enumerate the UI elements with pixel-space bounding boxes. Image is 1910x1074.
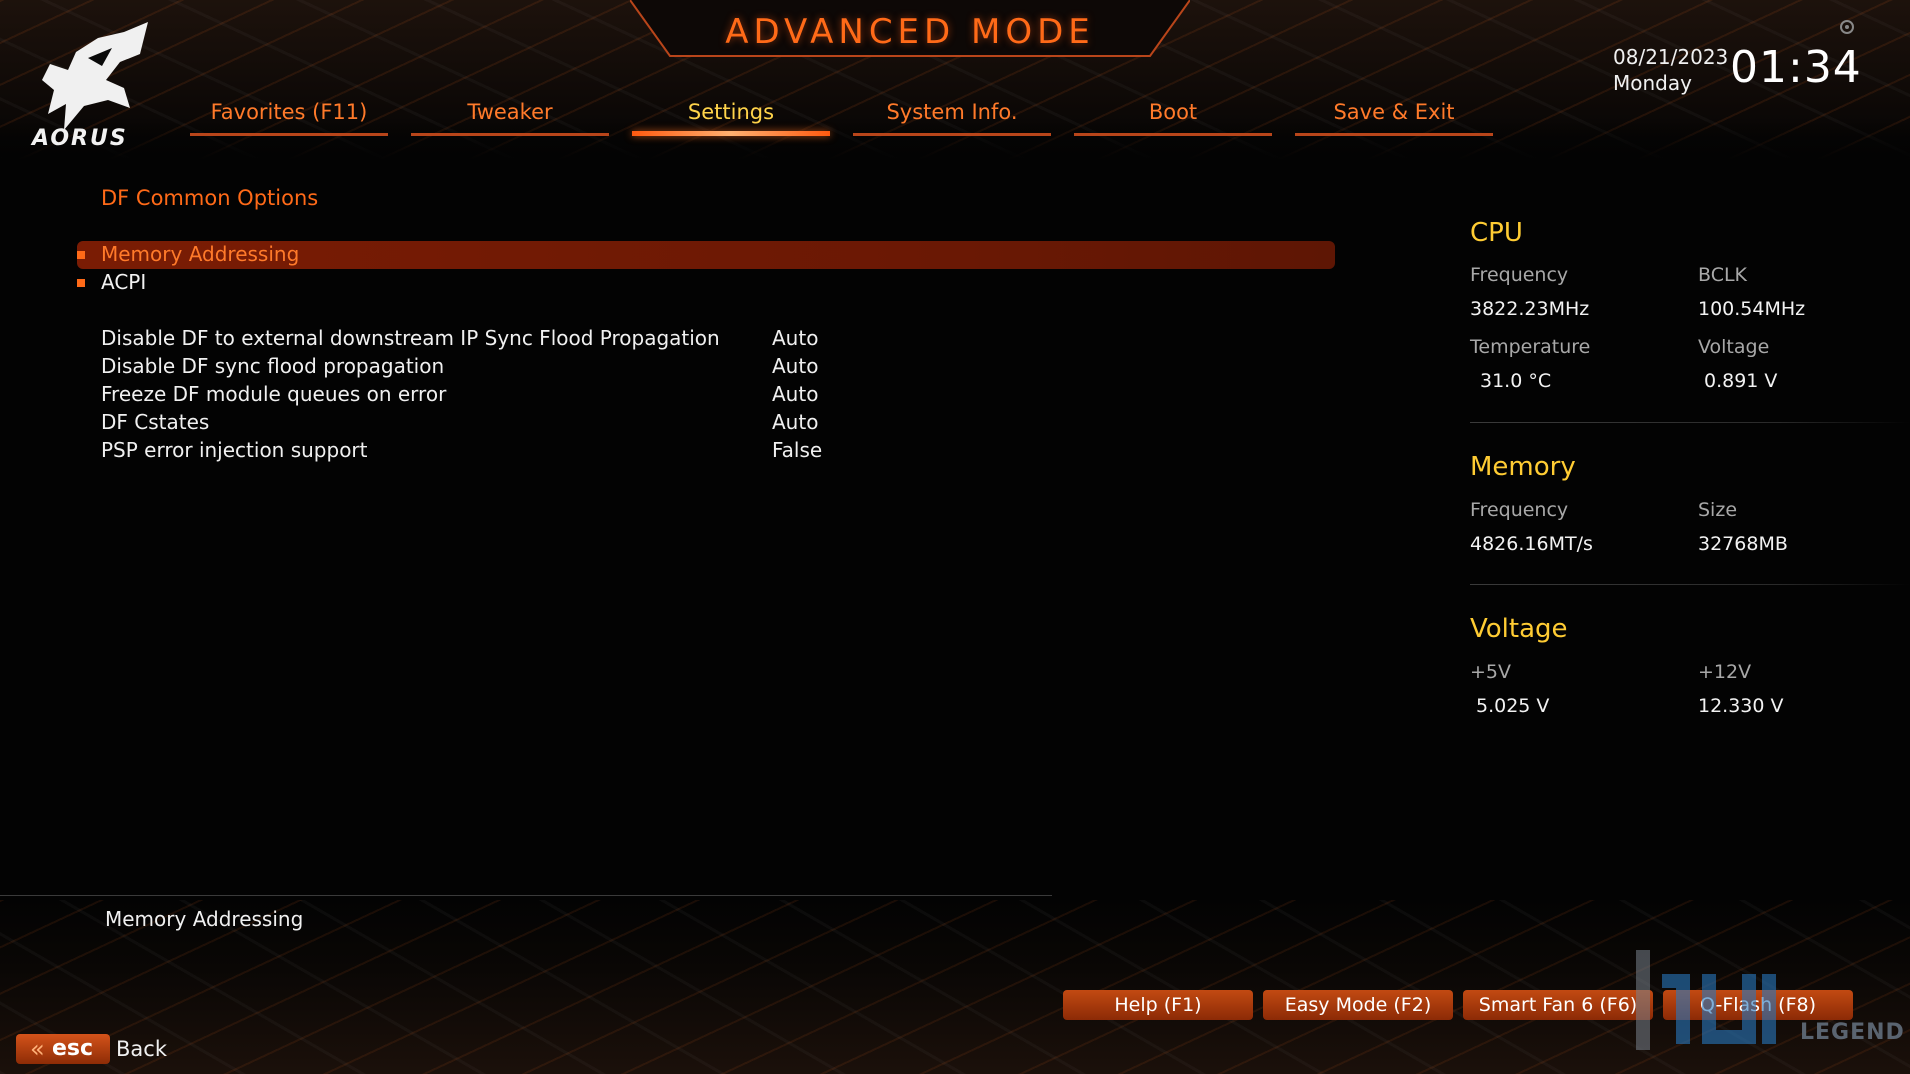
memory-frequency-label: Frequency xyxy=(1470,499,1569,521)
option-value-df-sync-flood[interactable]: Auto xyxy=(772,354,818,378)
option-value-freeze-df-queues[interactable]: Auto xyxy=(772,382,818,406)
memory-divider xyxy=(1470,584,1910,585)
option-label-freeze-df-queues: Freeze DF module queues on error xyxy=(101,382,447,406)
voltage-heading: Voltage xyxy=(1470,614,1568,644)
voltage-5v-value: 5.025 V xyxy=(1476,695,1550,717)
menu-bullet-icon xyxy=(77,279,85,287)
cpu-temperature-value: 31.0 °C xyxy=(1480,370,1552,392)
esc-label: esc xyxy=(52,1036,94,1061)
option-value-psp-error-injection[interactable]: False xyxy=(772,438,822,462)
menu-bullet-icon xyxy=(77,251,85,259)
date-value: 08/21/2023 xyxy=(1613,45,1729,69)
cpu-bclk-value: 100.54MHz xyxy=(1698,298,1806,320)
watermark-text: LEGEND xyxy=(1800,1020,1905,1045)
cpu-voltage-label: Voltage xyxy=(1698,336,1770,358)
memory-size-label: Size xyxy=(1698,499,1738,521)
clock-time: 01:34 xyxy=(1730,42,1862,93)
tab-system-info[interactable]: System Info. xyxy=(853,96,1051,136)
esc-button[interactable]: « esc xyxy=(16,1034,110,1064)
menu-item-acpi[interactable]: ACPI xyxy=(101,268,146,296)
double-chevron-left-icon: « xyxy=(30,1035,45,1063)
cpu-temperature-label: Temperature xyxy=(1470,336,1591,358)
weekday-value: Monday xyxy=(1613,71,1692,95)
help-description: Memory Addressing xyxy=(105,907,304,931)
cpu-frequency-label: Frequency xyxy=(1470,264,1569,286)
voltage-12v-label: +12V xyxy=(1698,661,1752,683)
menu-item-memory-addressing[interactable]: Memory Addressing xyxy=(101,240,299,268)
voltage-5v-label: +5V xyxy=(1470,661,1512,683)
smart-fan-button[interactable]: Smart Fan 6 (F6) xyxy=(1463,990,1653,1020)
memory-heading: Memory xyxy=(1470,452,1576,482)
option-label-psp-error-injection: PSP error injection support xyxy=(101,438,368,462)
tab-favorites[interactable]: Favorites (F11) xyxy=(190,96,388,136)
tab-save-exit[interactable]: Save & Exit xyxy=(1295,96,1493,136)
option-label-df-cstates: DF Cstates xyxy=(101,410,210,434)
tab-settings[interactable]: Settings xyxy=(632,96,830,136)
brand-logo-text: AORUS xyxy=(32,126,128,151)
voltage-12v-value: 12.330 V xyxy=(1698,695,1784,717)
description-divider xyxy=(0,895,1052,896)
page-title: ADVANCED MODE xyxy=(725,12,1095,52)
cpu-voltage-value: 0.891 V xyxy=(1704,370,1778,392)
tab-boot[interactable]: Boot xyxy=(1074,96,1272,136)
gear-icon[interactable] xyxy=(1838,18,1856,36)
memory-size-value: 32768MB xyxy=(1698,533,1788,555)
option-value-df-cstates[interactable]: Auto xyxy=(772,410,818,434)
cpu-bclk-label: BCLK xyxy=(1698,264,1748,286)
cpu-frequency-value: 3822.23MHz xyxy=(1470,298,1590,320)
back-label[interactable]: Back xyxy=(116,1037,167,1061)
memory-frequency-value: 4826.16MT/s xyxy=(1470,533,1593,555)
help-button[interactable]: Help (F1) xyxy=(1063,990,1253,1020)
option-value-df-ext-ip-sync-flood[interactable]: Auto xyxy=(772,326,818,350)
option-label-df-sync-flood: Disable DF sync flood propagation xyxy=(101,354,445,378)
tab-tweaker[interactable]: Tweaker xyxy=(411,96,609,136)
cpu-heading: CPU xyxy=(1470,218,1523,248)
option-label-df-ext-ip-sync-flood: Disable DF to external downstream IP Syn… xyxy=(101,326,720,350)
easy-mode-button[interactable]: Easy Mode (F2) xyxy=(1263,990,1453,1020)
section-title: DF Common Options xyxy=(101,186,319,210)
date-display: 08/21/2023 Monday xyxy=(1613,44,1728,96)
cpu-divider xyxy=(1470,422,1910,423)
